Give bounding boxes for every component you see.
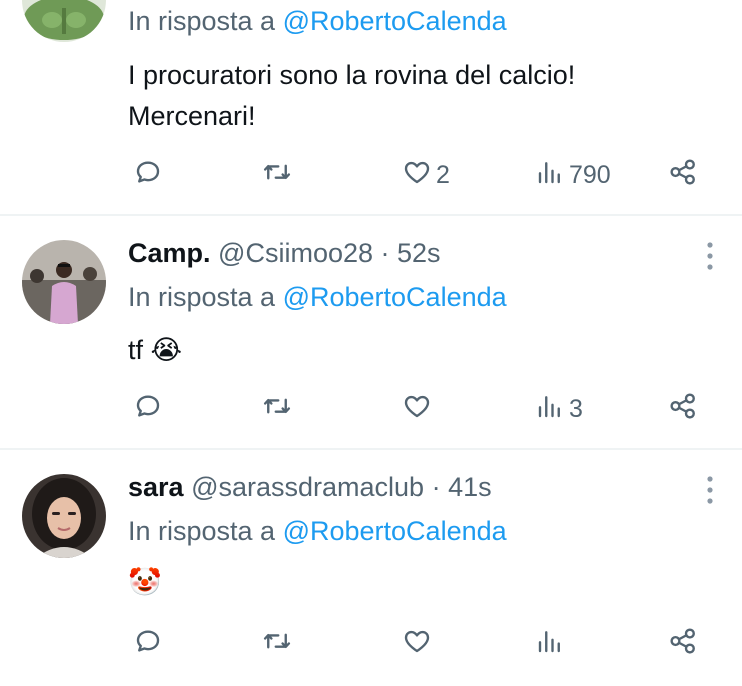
display-name[interactable]: sara	[128, 472, 184, 502]
tweet-text: 🤡	[128, 562, 162, 603]
more-options-button[interactable]	[700, 474, 720, 506]
view-count: 790	[569, 160, 611, 189]
heart-icon	[402, 626, 432, 663]
share-button[interactable]	[668, 624, 698, 664]
heart-icon	[402, 157, 432, 194]
share-button[interactable]	[668, 155, 698, 195]
reply-button[interactable]	[133, 155, 163, 195]
tweet-header: sara @sarassdramaclub · 41s	[128, 472, 492, 503]
view-count: 3	[569, 394, 583, 423]
tweet-text: I procuratori sono la rovina del calcio!…	[128, 55, 575, 137]
reply-icon	[133, 157, 163, 194]
tweet[interactable]: In risposta a @RobertoCalenda I procurat…	[0, 0, 742, 214]
tweet-header: Camp. @Csiimoo28 · 52s	[128, 238, 441, 269]
retweet-icon	[262, 157, 292, 194]
tweet-text: tf 😭	[128, 330, 182, 371]
reply-context: In risposta a @RobertoCalenda	[128, 282, 507, 313]
reply-icon	[133, 626, 163, 663]
reply-prefix: In risposta a	[128, 516, 276, 546]
heart-icon	[402, 391, 432, 428]
views-icon	[535, 626, 565, 663]
views-icon	[535, 391, 565, 428]
action-bar	[0, 624, 742, 664]
tweet-text-line: I procuratori sono la rovina del calcio!	[128, 60, 576, 90]
reply-button[interactable]	[133, 624, 163, 664]
crying-emoji: 😭	[150, 335, 183, 365]
views-button[interactable]: 3	[535, 389, 583, 429]
avatar[interactable]	[22, 240, 106, 324]
like-count: 2	[436, 160, 450, 189]
avatar[interactable]	[22, 474, 106, 558]
retweet-button[interactable]	[262, 389, 292, 429]
views-icon	[535, 157, 565, 194]
action-bar: 2 790	[0, 155, 742, 195]
share-icon	[668, 391, 698, 428]
mention-link[interactable]: @RobertoCalenda	[283, 6, 507, 36]
more-vertical-icon	[707, 476, 713, 504]
display-name[interactable]: Camp.	[128, 238, 211, 268]
action-bar: 3	[0, 389, 742, 429]
share-icon	[668, 157, 698, 194]
clown-emoji: 🤡	[128, 567, 162, 597]
reply-prefix: In risposta a	[128, 282, 276, 312]
more-vertical-icon	[707, 242, 713, 270]
reply-context: In risposta a @RobertoCalenda	[128, 516, 507, 547]
share-button[interactable]	[668, 389, 698, 429]
handle-time[interactable]: @sarassdramaclub · 41s	[191, 472, 492, 502]
reply-button[interactable]	[133, 389, 163, 429]
retweet-button[interactable]	[262, 155, 292, 195]
tweet[interactable]: Camp. @Csiimoo28 · 52s In risposta a @Ro…	[0, 216, 742, 448]
retweet-button[interactable]	[262, 624, 292, 664]
tweet[interactable]: sara @sarassdramaclub · 41s In risposta …	[0, 450, 742, 686]
mention-link[interactable]: @RobertoCalenda	[283, 282, 507, 312]
tweet-text-content: tf	[128, 335, 144, 365]
like-button[interactable]	[402, 389, 436, 429]
like-button[interactable]: 2	[402, 155, 450, 195]
reply-icon	[133, 391, 163, 428]
views-button[interactable]	[535, 624, 569, 664]
retweet-icon	[262, 626, 292, 663]
mention-link[interactable]: @RobertoCalenda	[283, 516, 507, 546]
avatar[interactable]	[22, 0, 106, 42]
more-options-button[interactable]	[700, 240, 720, 272]
views-button[interactable]: 790	[535, 155, 611, 195]
handle-time[interactable]: @Csiimoo28 · 52s	[218, 238, 441, 268]
tweet-text-line: Mercenari!	[128, 101, 256, 131]
like-button[interactable]	[402, 624, 436, 664]
reply-prefix: In risposta a	[128, 6, 276, 36]
reply-context: In risposta a @RobertoCalenda	[128, 6, 507, 37]
share-icon	[668, 626, 698, 663]
retweet-icon	[262, 391, 292, 428]
